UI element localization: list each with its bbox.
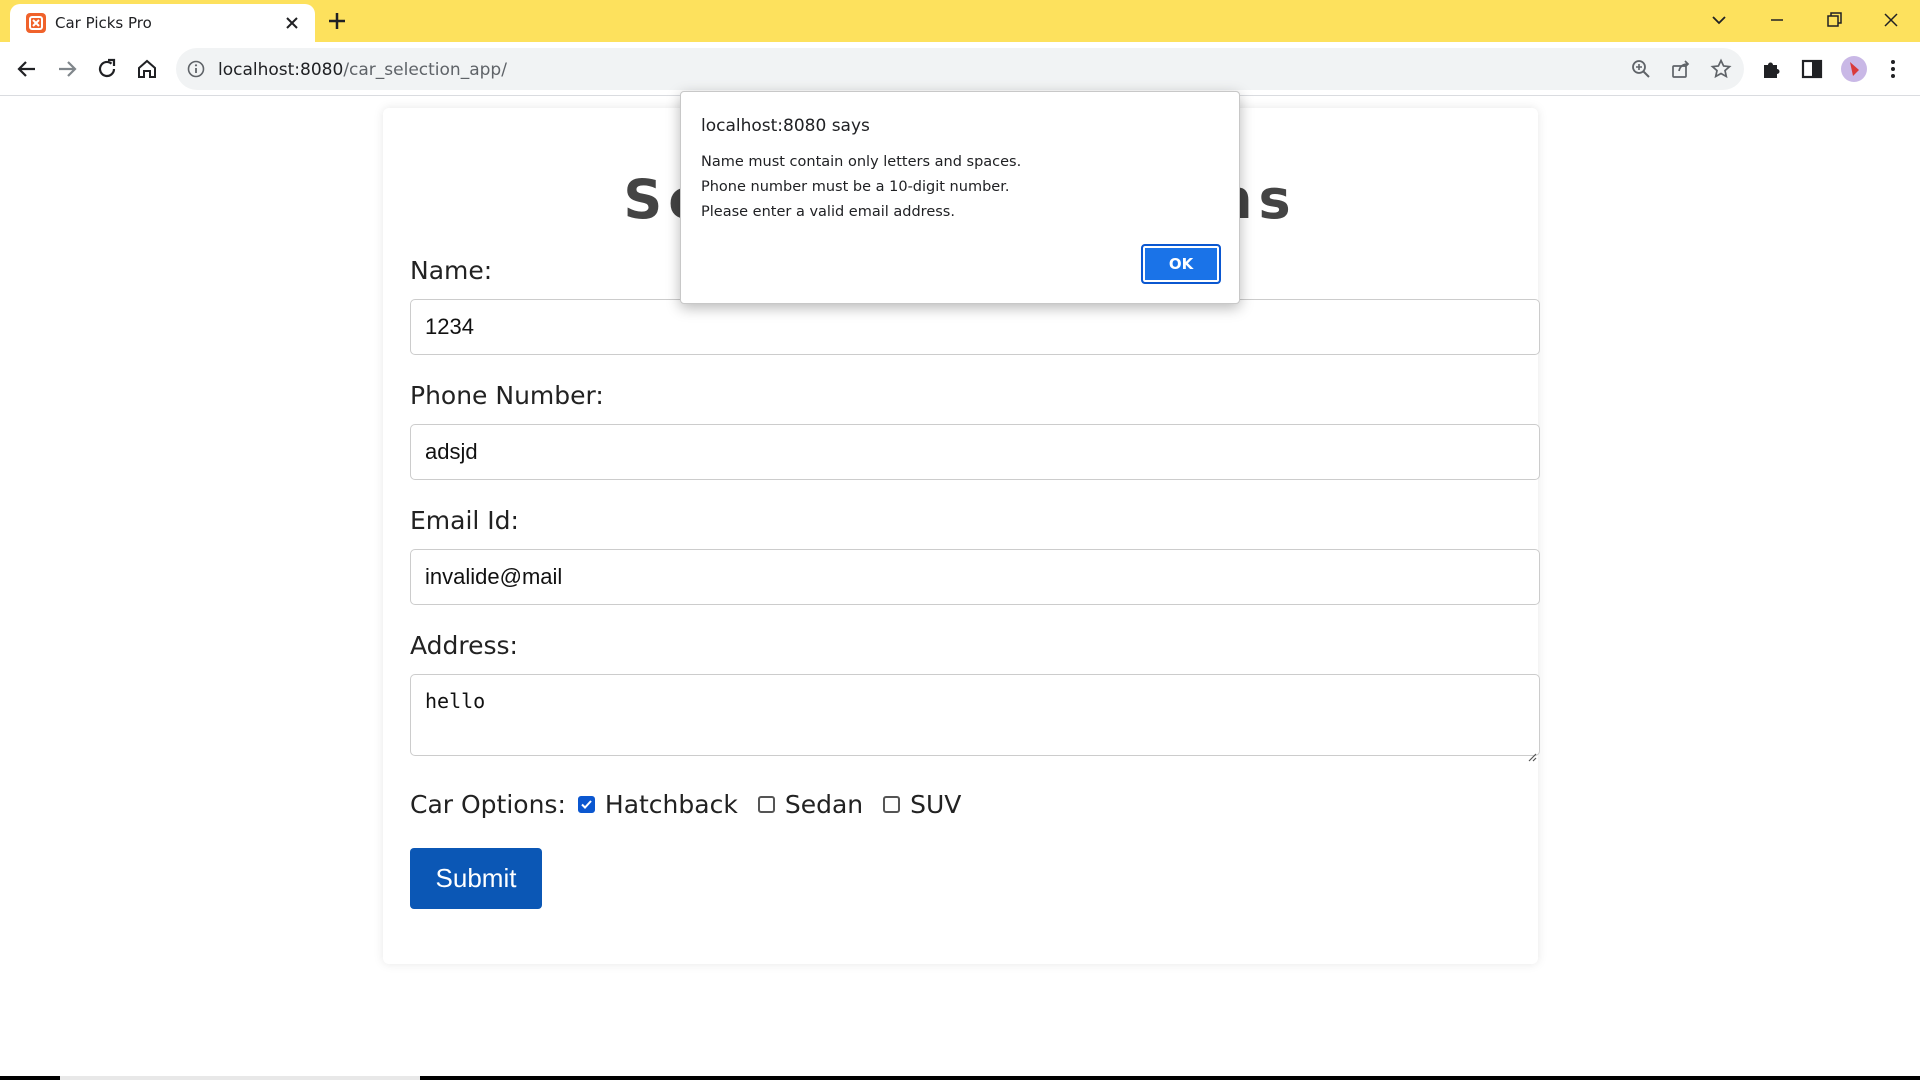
address-label: Address: [410, 631, 518, 660]
url-text: localhost:8080/car_selection_app/ [218, 60, 507, 80]
sedan-checkbox[interactable] [757, 795, 775, 813]
back-arrow-icon[interactable] [14, 56, 40, 82]
phone-field[interactable]: adsjd [410, 424, 1540, 480]
address-text: hello [425, 689, 486, 713]
suv-checkbox[interactable] [883, 795, 901, 813]
extensions-puzzle-icon[interactable] [1759, 56, 1785, 82]
minimize-icon[interactable] [1765, 8, 1789, 32]
app-favicon-icon [26, 13, 46, 33]
dialog-message-phone: Phone number must be a 10-digit number. [701, 179, 1010, 195]
submit-button[interactable]: Submit [410, 848, 542, 909]
home-icon[interactable] [134, 56, 160, 82]
address-textarea[interactable]: hello [410, 674, 1540, 762]
tab-close-icon[interactable] [282, 13, 302, 33]
phone-label: Phone Number: [410, 381, 604, 410]
share-icon[interactable] [1670, 58, 1692, 80]
email-label: Email Id: [410, 506, 519, 535]
email-field[interactable]: invalide@mail [410, 549, 1540, 605]
tab-strip: Car Picks Pro [0, 0, 1920, 42]
url-host: localhost:8080 [218, 60, 344, 80]
dialog-title: localhost:8080 says [701, 116, 870, 136]
browser-toolbar: localhost:8080/car_selection_app/ [0, 42, 1920, 96]
restore-icon[interactable] [1822, 8, 1846, 32]
alert-dialog: localhost:8080 says Name must contain on… [680, 91, 1240, 304]
new-tab-icon[interactable] [326, 10, 348, 32]
name-field[interactable]: 1234 [410, 299, 1540, 355]
car-options-row: Car Options: Hatchback Sedan SUV [410, 786, 969, 822]
site-info-icon[interactable] [186, 59, 206, 79]
tab-title: Car Picks Pro [55, 14, 152, 32]
forward-arrow-icon[interactable] [54, 56, 80, 82]
name-label: Name: [410, 256, 493, 285]
zoom-icon[interactable] [1630, 58, 1652, 80]
bookmark-star-icon[interactable] [1710, 58, 1732, 80]
browser-tab[interactable]: Car Picks Pro [10, 4, 315, 42]
dialog-ok-button[interactable]: OK [1141, 244, 1221, 284]
sedan-label[interactable]: Sedan [785, 790, 863, 819]
close-window-icon[interactable] [1879, 8, 1903, 32]
address-bar[interactable]: localhost:8080/car_selection_app/ [176, 48, 1744, 90]
menu-kebab-icon[interactable] [1880, 56, 1906, 82]
url-path: /car_selection_app/ [343, 60, 507, 80]
resize-grip-icon[interactable] [1527, 743, 1537, 762]
hatchback-checkbox[interactable] [577, 795, 595, 813]
tab-search-chevron-icon[interactable] [1707, 8, 1731, 32]
side-panel-icon[interactable] [1799, 56, 1825, 82]
profile-avatar[interactable] [1841, 56, 1867, 82]
dialog-message-email: Please enter a valid email address. [701, 204, 955, 220]
dialog-message-name: Name must contain only letters and space… [701, 154, 1022, 170]
suv-label[interactable]: SUV [910, 790, 961, 819]
hatchback-label[interactable]: Hatchback [605, 790, 738, 819]
car-options-label: Car Options: [410, 789, 566, 819]
reload-icon[interactable] [94, 56, 120, 82]
bottom-edge-highlight [60, 1076, 420, 1080]
